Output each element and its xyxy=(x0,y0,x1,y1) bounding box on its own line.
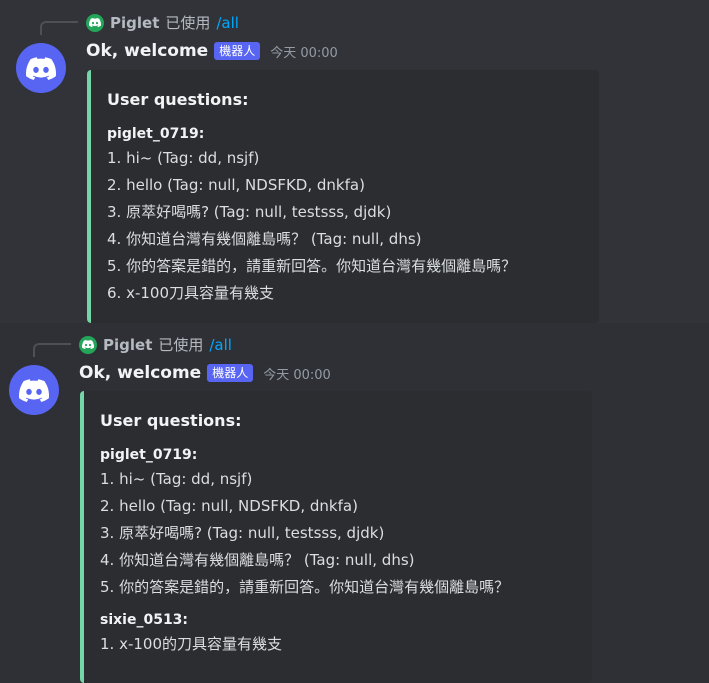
reply-bar[interactable]: Piglet 已使用 /all xyxy=(86,12,239,33)
embed-field: piglet_0719: 1. hi~ (Tag: dd, nsjf) 2. h… xyxy=(107,123,585,307)
avatar[interactable] xyxy=(16,43,66,93)
timestamp[interactable]: 今天 00:00 xyxy=(263,364,331,383)
reply-command-link[interactable]: /all xyxy=(216,14,239,32)
question-line: 4. 你知道台灣有幾個離島嗎？ (Tag: null, dhs) xyxy=(107,230,422,248)
question-line: 1. hi~ (Tag: dd, nsjf) xyxy=(100,470,253,488)
question-line: 2. hello (Tag: null, NDSFKD, dnkfa) xyxy=(107,176,365,194)
field-name: sixie_0513: xyxy=(100,612,189,628)
message-header: Ok, welcome 機器人 今天 00:00 xyxy=(79,363,331,383)
mini-avatar[interactable] xyxy=(79,335,97,354)
field-name: piglet_0719: xyxy=(107,126,205,142)
reply-connector xyxy=(33,343,71,357)
discord-logo-icon xyxy=(19,378,49,402)
chat-message: Piglet 已使用 /all Ok, welcome 機器人 今天 00:00… xyxy=(0,323,709,683)
question-line: 1. hi~ (Tag: dd, nsjf) xyxy=(107,149,260,167)
discord-logo-icon xyxy=(89,18,101,27)
question-line: 4. 你知道台灣有幾個離島嗎？ (Tag: null, dhs) xyxy=(100,551,415,569)
timestamp[interactable]: 今天 00:00 xyxy=(270,42,338,61)
discord-logo-icon xyxy=(82,340,94,349)
question-line: 1. x-100的刀具容量有幾支 xyxy=(100,635,283,653)
avatar[interactable] xyxy=(9,365,59,415)
question-line: 3. 原萃好喝嗎? (Tag: null, testsss, djdk) xyxy=(100,524,385,542)
question-line: 3. 原萃好喝嗎? (Tag: null, testsss, djdk) xyxy=(107,203,392,221)
bot-badge: 機器人 xyxy=(214,42,261,60)
reply-bar[interactable]: Piglet 已使用 /all xyxy=(79,334,232,355)
message-header: Ok, welcome 機器人 今天 00:00 xyxy=(86,41,338,61)
bot-badge: 機器人 xyxy=(207,364,254,382)
author-name[interactable]: Ok, welcome xyxy=(86,41,208,61)
reply-connector xyxy=(40,21,78,35)
embed-field: sixie_0513: 1. x-100的刀具容量有幾支 xyxy=(100,609,578,658)
question-line: 6. x-100刀具容量有幾支 xyxy=(107,284,275,302)
embed: User questions: piglet_0719: 1. hi~ (Tag… xyxy=(80,391,592,683)
reply-author-name[interactable]: Piglet xyxy=(110,14,159,32)
question-line: 5. 你的答案是錯的，請重新回答。你知道台灣有幾個離島嗎？ xyxy=(100,578,510,596)
chat-message: Piglet 已使用 /all Ok, welcome 機器人 今天 00:00… xyxy=(0,0,709,323)
mini-avatar[interactable] xyxy=(86,13,104,32)
field-name: piglet_0719: xyxy=(100,447,198,463)
question-line: 5. 你的答案是錯的，請重新回答。你知道台灣有幾個離島嗎？ xyxy=(107,257,517,275)
embed-title: User questions: xyxy=(107,90,249,109)
author-name[interactable]: Ok, welcome xyxy=(79,363,201,383)
reply-author-name[interactable]: Piglet xyxy=(103,336,152,354)
reply-command-link[interactable]: /all xyxy=(209,336,232,354)
embed: User questions: piglet_0719: 1. hi~ (Tag… xyxy=(87,70,599,323)
discord-logo-icon xyxy=(26,56,56,80)
reply-action-text: 已使用 xyxy=(165,14,211,32)
question-line: 2. hello (Tag: null, NDSFKD, dnkfa) xyxy=(100,497,358,515)
embed-field: piglet_0719: 1. hi~ (Tag: dd, nsjf) 2. h… xyxy=(100,444,578,601)
reply-action-text: 已使用 xyxy=(158,336,204,354)
embed-title: User questions: xyxy=(100,411,242,430)
